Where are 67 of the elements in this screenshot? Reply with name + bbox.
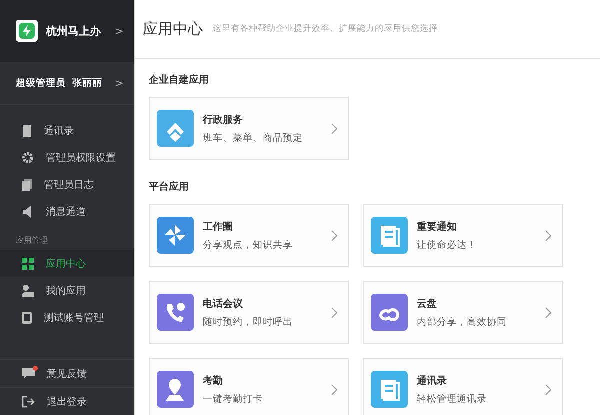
page-title: 应用中心 [143,20,203,38]
grid-icon [22,258,34,270]
menu-label: 我的应用 [46,284,86,298]
app-card[interactable]: 考勤 一键考勤打卡 [149,358,349,415]
app-card[interactable]: 工作圈 分享观点，知识共享 [149,204,349,267]
admin-name: 超级管理员 张丽丽 [16,76,104,90]
app-description: 班车、菜单、商品预定 [203,132,304,144]
app-description: 随时预约，即时呼出 [203,316,294,328]
chevron-icon [331,230,338,242]
menu-label: 管理员日志 [44,178,94,192]
section-title: 平台应用 [149,180,190,194]
app-card[interactable]: 行政服务 班车、菜单、商品预定 [149,97,349,160]
app-name: 考勤 [203,374,224,388]
app-name: 行政服务 [203,114,244,126]
admin-row[interactable]: 超级管理员 张丽丽 > [0,62,134,105]
app-description: 轻松管理通讯录 [417,392,488,406]
menu-label: 测试账号管理 [44,312,104,324]
logout-icon [22,396,35,408]
app-description: 内部分享，高效协同 [417,316,508,328]
page-subtitle: 这里有各种帮助企业提升效率、扩展能力的应用供您选择 [213,23,438,35]
document-icon [22,178,32,190]
menu-item[interactable]: 测试账号管理 [0,304,134,331]
menu-item[interactable]: 消息通道 [0,198,134,225]
organization-bar[interactable]: 杭州马上办 > [0,0,134,62]
app-name: 云盘 [417,298,438,310]
menu-label: 管理员权限设置 [46,152,116,164]
app-name: 通讯录 [417,374,448,388]
settings-icon [22,152,34,164]
section-label: 应用管理 [15,235,49,247]
app-name: 重要通知 [417,220,458,234]
menu-label: 退出登录 [47,396,87,408]
menu-item[interactable]: 通讯录 [0,117,134,144]
menu-item[interactable]: 我的应用 [0,277,134,304]
menu-item[interactable]: 应用中心 [0,250,134,277]
book-icon [22,124,32,136]
menu-item[interactable]: 管理员权限设置 [0,144,134,171]
feedback-icon [22,368,35,379]
menu-label: 通讯录 [44,124,74,138]
app-card[interactable]: 重要通知 让使命必达！ [363,204,563,267]
chevron-icon [331,384,338,396]
app-card[interactable]: 云盘 内部分享，高效协同 [363,281,563,344]
chevron: > [114,24,124,38]
chevron-icon [545,230,552,242]
chevron-icon [331,306,338,318]
menu-item[interactable]: 退出登录 [0,387,134,415]
app-logo-icon [16,20,38,42]
phone-icon [22,312,32,324]
app-card[interactable]: 电话会议 随时预约，即时呼出 [149,281,349,344]
person-icon [22,284,34,296]
menu-label: 意见反馈 [47,368,87,380]
app-description: 让使命必达！ [417,238,478,252]
chevron: > [114,76,124,90]
chevron-icon [331,122,338,134]
menu-label: 消息通道 [46,206,86,218]
section-title: 企业自建应用 [149,73,210,87]
speaker-icon [22,206,34,218]
app-name: 电话会议 [203,298,244,310]
chevron-icon [545,306,552,318]
app-description: 一键考勤打卡 [203,392,264,406]
app-card[interactable]: 通讯录 轻松管理通讯录 [363,358,563,415]
organization-name: 杭州马上办 [46,24,102,38]
menu-item[interactable]: 管理员日志 [0,171,134,198]
app-description: 分享观点，知识共享 [203,238,294,252]
menu-item[interactable]: 意见反馈 [0,359,134,387]
chevron-icon [545,384,552,396]
app-name: 工作圈 [203,220,234,234]
menu-label: 应用中心 [46,258,86,270]
